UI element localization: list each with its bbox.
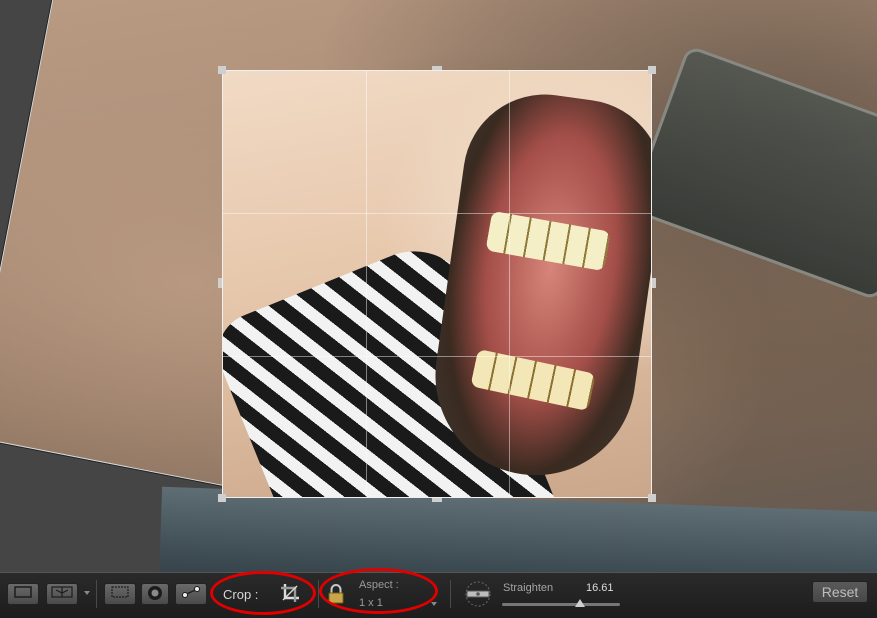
straighten-label: Straighten [503, 582, 554, 594]
graduated-filter-icon [181, 586, 201, 598]
crop-overlay-icon [111, 586, 129, 598]
highlight-circle-aspect [319, 568, 438, 614]
before-after-button[interactable] [46, 583, 78, 605]
chevron-down-icon[interactable] [84, 591, 90, 595]
crop-overlay-button[interactable] [104, 583, 136, 605]
rectangle-view-icon [14, 586, 32, 598]
crop-gridline [223, 356, 651, 357]
crop-handle-right[interactable] [652, 278, 656, 288]
straighten-slider[interactable] [502, 603, 620, 606]
straighten-slider-thumb[interactable] [574, 599, 585, 607]
crop-gridline [366, 71, 367, 497]
crop-handle-top-right[interactable] [648, 66, 656, 74]
graduated-filter-button[interactable] [175, 583, 207, 605]
image-canvas[interactable] [0, 0, 877, 572]
compare-view-icon [51, 586, 73, 598]
straighten-value[interactable]: 16.61 [586, 582, 614, 594]
reset-button[interactable]: Reset [812, 581, 868, 603]
crop-handle-bottom[interactable] [432, 498, 442, 502]
divider [450, 580, 451, 608]
chevron-down-icon[interactable] [431, 602, 437, 606]
crop-gridline [509, 71, 510, 497]
crop-handle-bottom-left[interactable] [218, 494, 226, 502]
straighten-tool-button[interactable] [464, 580, 492, 608]
loupe-view-button[interactable] [7, 583, 39, 605]
spot-removal-icon [148, 586, 162, 600]
crop-frame[interactable] [222, 70, 652, 498]
straighten-level-icon [465, 581, 491, 607]
crop-handle-top-left[interactable] [218, 66, 226, 74]
highlight-circle-crop [210, 571, 316, 615]
crop-handle-top[interactable] [432, 66, 442, 70]
crop-handle-bottom-right[interactable] [648, 494, 656, 502]
divider [96, 580, 97, 608]
crop-handle-left[interactable] [218, 278, 222, 288]
crop-gridline [223, 213, 651, 214]
spot-removal-button[interactable] [141, 583, 169, 605]
